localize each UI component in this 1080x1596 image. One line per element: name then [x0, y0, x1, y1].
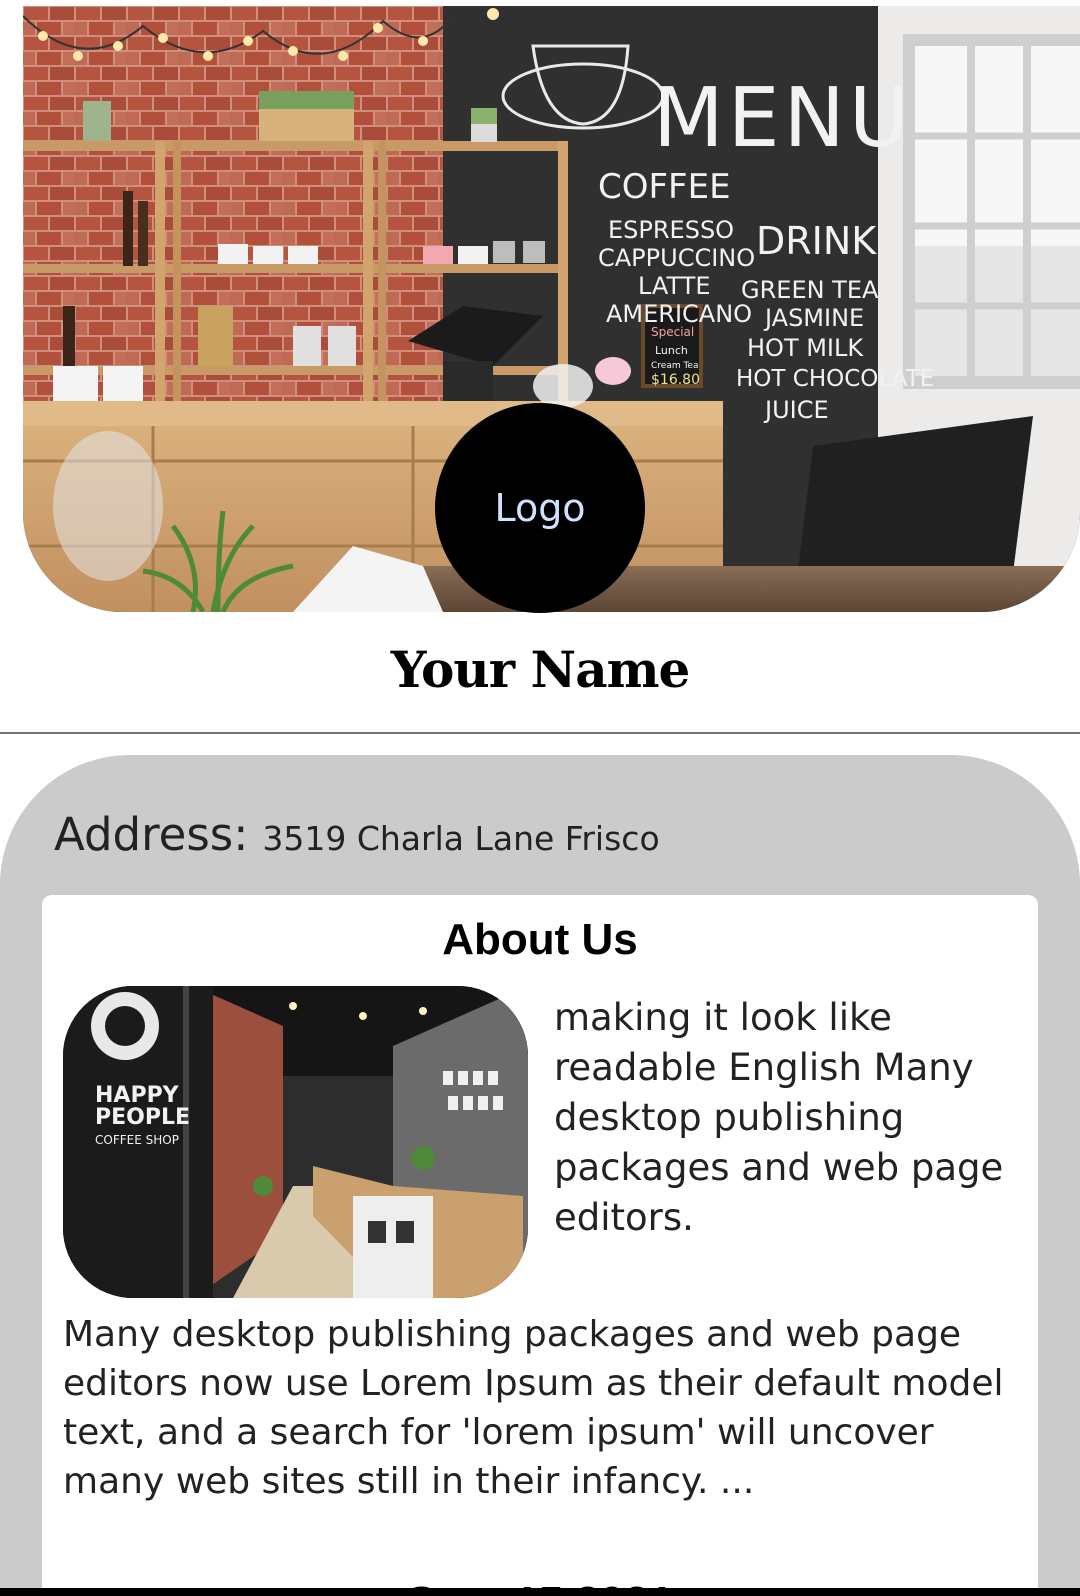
- window: [903, 34, 1080, 389]
- menu-coffee-item: CAPPUCCINO: [598, 244, 755, 272]
- logo-badge[interactable]: Logo: [435, 403, 645, 613]
- divider: [0, 732, 1080, 734]
- app-page: MENU COFFEE ESPRESSO CAPPUCCINO LATTE AM…: [0, 0, 1080, 1596]
- menu-drink-item: JUICE: [763, 396, 829, 424]
- profile-name: Your Name: [390, 640, 691, 699]
- address-label: Address:: [54, 808, 249, 861]
- menu-drink-item: GREEN TEA: [741, 276, 879, 304]
- menu-coffee-heading: COFFEE: [598, 167, 731, 207]
- menu-title: MENU: [653, 71, 913, 166]
- menu-coffee-item: ESPRESSO: [608, 216, 734, 244]
- menu-drink-item: HOT MILK: [747, 334, 864, 362]
- about-body-text: Many desktop publishing packages and web…: [63, 1314, 1004, 1502]
- coffee-shop-photo: HAPPY PEOPLE COFFEE SHOP: [63, 986, 528, 1298]
- menu-coffee-item: LATTE: [638, 272, 711, 300]
- menu-drink-item: JASMINE: [763, 304, 864, 332]
- logo-label: Logo: [494, 486, 586, 530]
- about-photo: HAPPY PEOPLE COFFEE SHOP: [63, 986, 528, 1298]
- bottom-edge-bar: [0, 1588, 1080, 1596]
- shop-sign-line: PEOPLE: [95, 1105, 190, 1130]
- shop-sign-line: COFFEE SHOP: [95, 1133, 179, 1147]
- address-value[interactable]: 3519 Charla Lane Frisco: [262, 819, 659, 858]
- special-sign-title: Special: [651, 325, 694, 339]
- menu-drink-item: HOT CHOCOLATE: [736, 366, 934, 392]
- special-sign-line: Lunch: [655, 344, 688, 357]
- menu-drink-heading: DRINK: [756, 219, 877, 263]
- about-title: About Us: [442, 915, 638, 964]
- special-sign-price: $16.80: [651, 372, 700, 388]
- menu-coffee-item: AMERICANO: [606, 300, 752, 328]
- about-card: About Us HAPPY PEOPLE COFFEE SHOP making…: [42, 895, 1038, 1596]
- address-row: Address: 3519 Charla Lane Frisco: [54, 808, 660, 861]
- about-side-text: making it look like readable English Man…: [554, 996, 1004, 1239]
- special-sign-line: Cream Tea: [651, 361, 699, 371]
- glass-bottle: [53, 431, 163, 581]
